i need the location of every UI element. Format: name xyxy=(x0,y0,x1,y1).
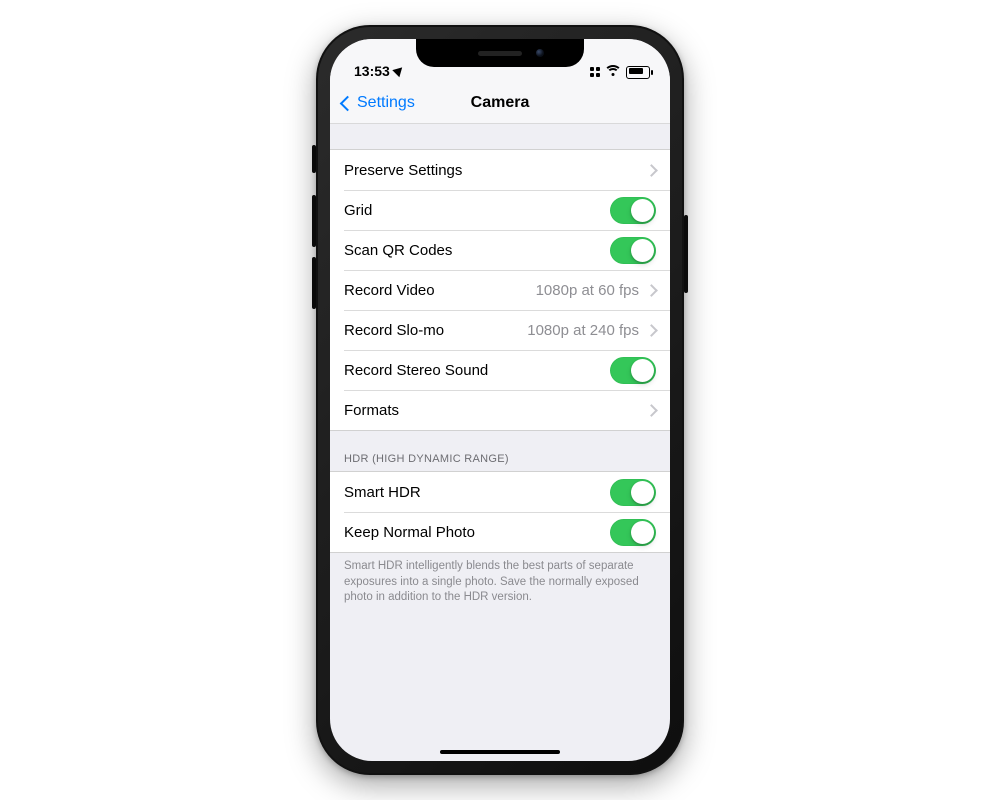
location-icon xyxy=(392,63,405,76)
earpiece-speaker xyxy=(478,51,522,56)
row-formats[interactable]: Formats xyxy=(330,390,670,430)
row-keep-normal-photo[interactable]: Keep Normal Photo xyxy=(330,512,670,552)
power-button xyxy=(684,215,688,293)
hdr-section-header: HDR (HIGH DYNAMIC RANGE) xyxy=(330,431,670,471)
page-title: Camera xyxy=(471,94,530,112)
chevron-right-icon xyxy=(645,284,658,297)
nav-bar: Settings Camera xyxy=(330,83,670,124)
row-detail: 1080p at 240 fps xyxy=(527,322,639,339)
row-scan-qr-codes[interactable]: Scan QR Codes xyxy=(330,230,670,270)
row-record-slomo[interactable]: Record Slo-mo 1080p at 240 fps xyxy=(330,310,670,350)
grid-toggle[interactable] xyxy=(610,197,656,224)
row-label: Grid xyxy=(344,202,610,219)
chevron-right-icon xyxy=(645,404,658,417)
status-time: 13:53 xyxy=(354,63,390,79)
settings-content: Preserve Settings Grid Scan QR Codes Rec… xyxy=(330,119,670,761)
row-record-video[interactable]: Record Video 1080p at 60 fps xyxy=(330,270,670,310)
front-camera xyxy=(536,49,544,57)
row-grid[interactable]: Grid xyxy=(330,190,670,230)
row-label: Preserve Settings xyxy=(344,162,647,179)
screen: 13:53 Settings Camera xyxy=(330,39,670,761)
chevron-right-icon xyxy=(645,164,658,177)
row-label: Record Stereo Sound xyxy=(344,362,610,379)
row-label: Record Slo-mo xyxy=(344,322,527,339)
row-detail: 1080p at 60 fps xyxy=(536,282,639,299)
hdr-settings-group: Smart HDR Keep Normal Photo xyxy=(330,471,670,553)
chevron-left-icon xyxy=(340,95,356,111)
camera-settings-group: Preserve Settings Grid Scan QR Codes Rec… xyxy=(330,149,670,431)
phone-frame: 13:53 Settings Camera xyxy=(316,25,684,775)
notch xyxy=(416,39,584,67)
row-label: Scan QR Codes xyxy=(344,242,610,259)
row-label: Keep Normal Photo xyxy=(344,524,610,541)
cellular-icon xyxy=(590,67,600,77)
volume-down-button xyxy=(312,257,316,309)
smart-hdr-toggle[interactable] xyxy=(610,479,656,506)
keep-normal-photo-toggle[interactable] xyxy=(610,519,656,546)
back-button[interactable]: Settings xyxy=(336,83,421,123)
scan-qr-toggle[interactable] xyxy=(610,237,656,264)
volume-up-button xyxy=(312,195,316,247)
mute-switch xyxy=(312,145,316,173)
row-smart-hdr[interactable]: Smart HDR xyxy=(330,472,670,512)
hdr-section-footer: Smart HDR intelligently blends the best … xyxy=(330,553,670,606)
row-label: Record Video xyxy=(344,282,536,299)
row-preserve-settings[interactable]: Preserve Settings xyxy=(330,150,670,190)
row-label: Formats xyxy=(344,402,647,419)
back-label: Settings xyxy=(357,94,415,112)
chevron-right-icon xyxy=(645,324,658,337)
row-record-stereo-sound[interactable]: Record Stereo Sound xyxy=(330,350,670,390)
battery-icon xyxy=(626,66,650,79)
home-indicator[interactable] xyxy=(440,750,560,755)
stereo-sound-toggle[interactable] xyxy=(610,357,656,384)
row-label: Smart HDR xyxy=(344,484,610,501)
wifi-icon xyxy=(606,65,620,79)
